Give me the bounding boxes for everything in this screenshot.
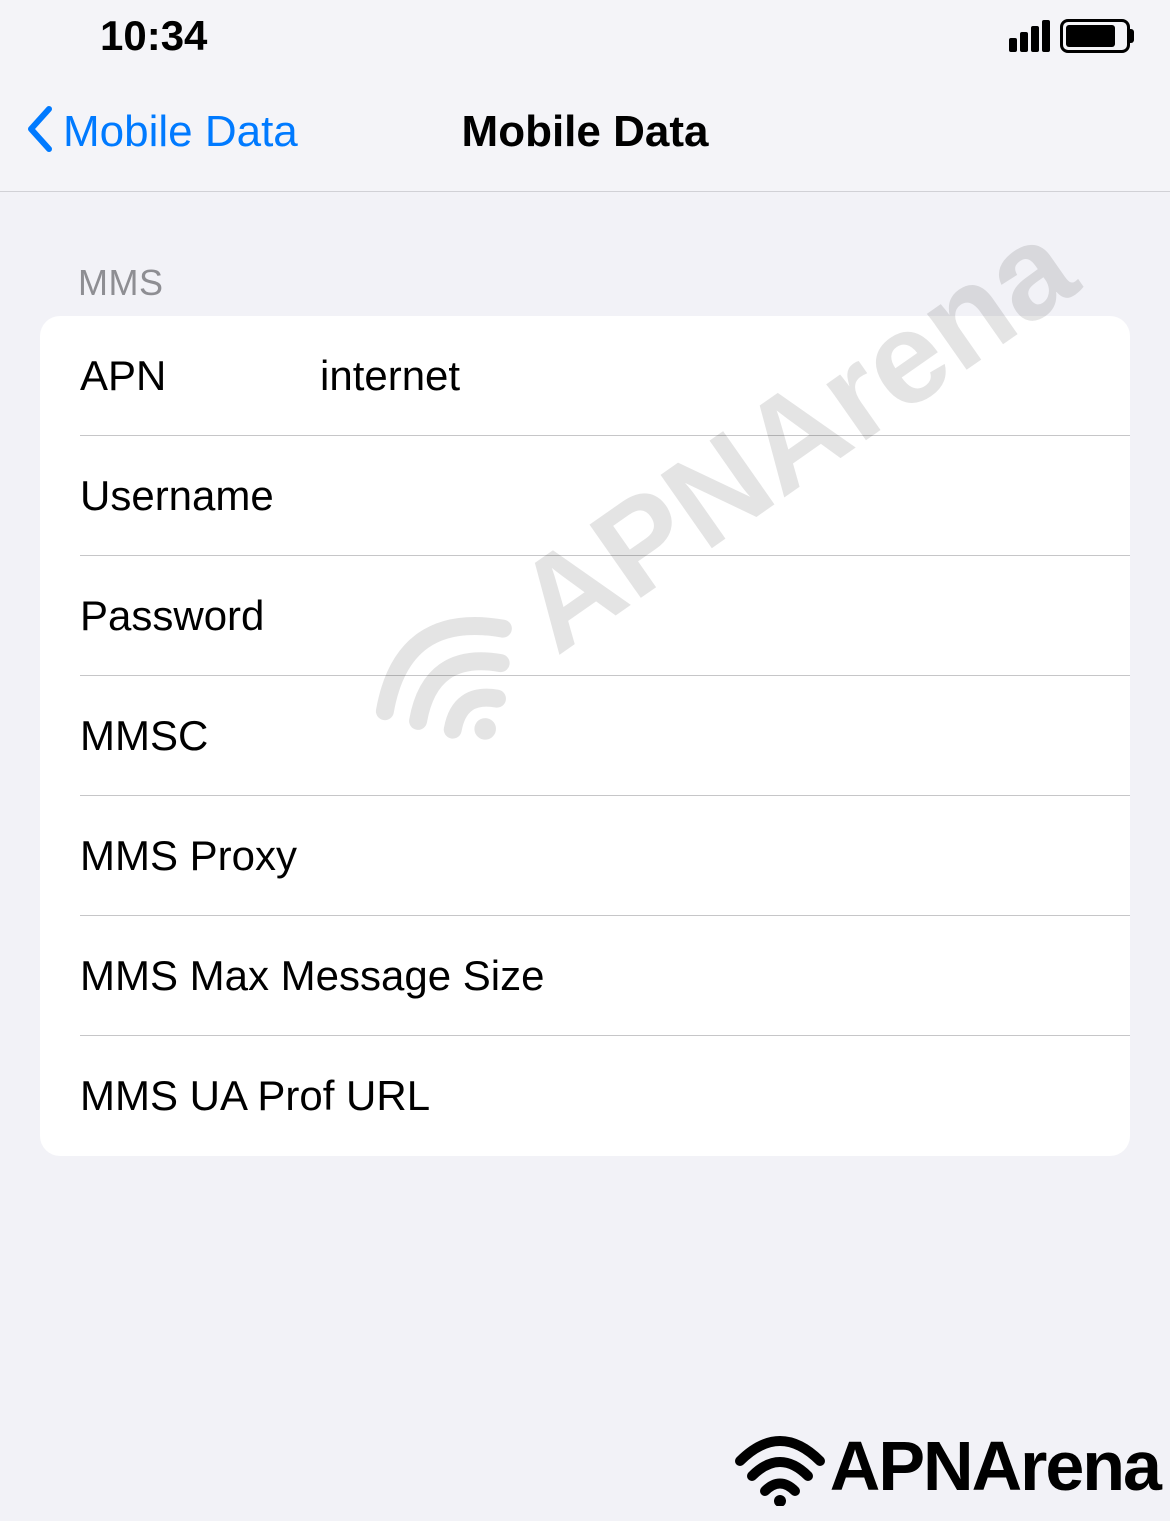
row-label: APN xyxy=(80,352,320,400)
mmsc-input[interactable] xyxy=(320,712,1090,760)
cellular-signal-icon xyxy=(1009,20,1050,52)
chevron-left-icon xyxy=(25,105,53,158)
footer-logo-text: APNArena xyxy=(830,1426,1160,1506)
row-label: MMSC xyxy=(80,712,320,760)
back-button[interactable]: Mobile Data xyxy=(25,105,298,158)
settings-row-mmsc[interactable]: MMSC xyxy=(40,676,1130,796)
row-label: MMS Max Message Size xyxy=(80,952,1090,1000)
back-label: Mobile Data xyxy=(63,107,298,157)
status-icons xyxy=(1009,19,1130,53)
username-input[interactable] xyxy=(320,472,1090,520)
content: MMS APN Username Password MMSC MMS Proxy… xyxy=(0,192,1170,1156)
settings-row-mms-proxy[interactable]: MMS Proxy xyxy=(40,796,1130,916)
row-label: MMS Proxy xyxy=(80,832,1090,880)
apn-input[interactable] xyxy=(320,352,1090,400)
navigation-bar: Mobile Data Mobile Data xyxy=(0,72,1170,192)
row-label: MMS UA Prof URL xyxy=(80,1072,1090,1120)
status-time: 10:34 xyxy=(100,12,207,60)
settings-row-mms-max-size[interactable]: MMS Max Message Size xyxy=(40,916,1130,1036)
row-label: Username xyxy=(80,472,320,520)
battery-icon xyxy=(1060,19,1130,53)
wifi-icon xyxy=(730,1426,830,1506)
settings-row-apn[interactable]: APN xyxy=(40,316,1130,436)
settings-row-password[interactable]: Password xyxy=(40,556,1130,676)
settings-group-mms: APN Username Password MMSC MMS Proxy MMS… xyxy=(40,316,1130,1156)
footer-logo: APNArena xyxy=(730,1426,1160,1506)
settings-row-mms-ua-prof[interactable]: MMS UA Prof URL xyxy=(40,1036,1130,1156)
page-title: Mobile Data xyxy=(462,107,709,157)
status-bar: 10:34 xyxy=(0,0,1170,72)
section-header-mms: MMS xyxy=(40,192,1130,316)
row-label: Password xyxy=(80,592,320,640)
settings-row-username[interactable]: Username xyxy=(40,436,1130,556)
password-input[interactable] xyxy=(320,592,1090,640)
